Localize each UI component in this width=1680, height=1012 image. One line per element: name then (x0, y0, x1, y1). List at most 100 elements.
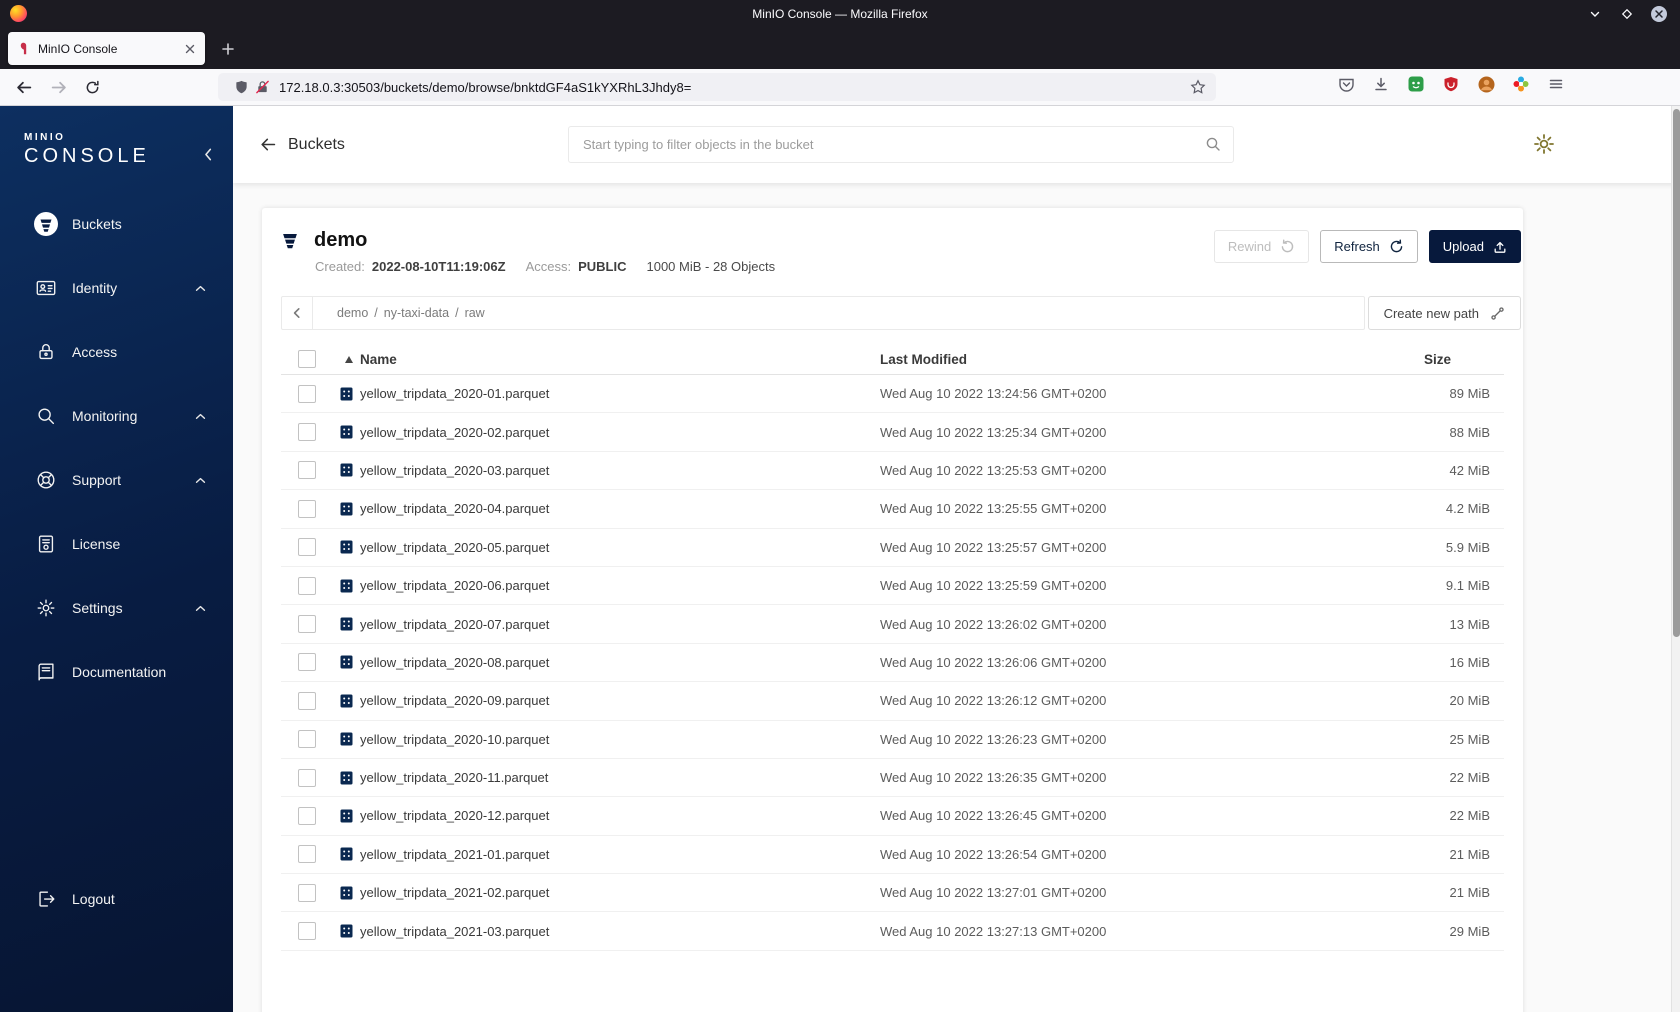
table-row[interactable]: yellow_tripdata_2020-12.parquet Wed Aug 1… (281, 797, 1504, 836)
table-row[interactable]: yellow_tripdata_2020-01.parquet Wed Aug 1… (281, 375, 1504, 414)
column-header-modified[interactable]: Last Modified (880, 352, 1424, 367)
sidebar-item-label: Documentation (72, 664, 167, 680)
sidebar-item-settings[interactable]: Settings (0, 576, 233, 640)
table-row[interactable]: yellow_tripdata_2020-11.parquet Wed Aug 1… (281, 759, 1504, 798)
refresh-button[interactable]: Refresh (1320, 230, 1418, 263)
upload-button[interactable]: Upload (1428, 230, 1521, 263)
tracking-shield-icon[interactable] (234, 79, 249, 95)
object-name[interactable]: yellow_tripdata_2020-04.parquet (360, 501, 549, 516)
pocket-icon[interactable] (1337, 75, 1355, 93)
browser-settings-gear-icon[interactable] (1532, 132, 1556, 156)
sidebar-item-monitoring[interactable]: Monitoring (0, 384, 233, 448)
object-name[interactable]: yellow_tripdata_2020-07.parquet (360, 617, 549, 632)
table-row[interactable]: yellow_tripdata_2020-04.parquet Wed Aug 1… (281, 490, 1504, 529)
sidebar-item-buckets[interactable]: Buckets (0, 192, 233, 256)
tab-bar: MinIO Console (0, 27, 1680, 69)
table-row[interactable]: yellow_tripdata_2020-02.parquet Wed Aug 1… (281, 413, 1504, 452)
bookmark-star-icon[interactable] (1190, 79, 1206, 95)
search-input[interactable] (568, 126, 1234, 163)
sidebar-collapse-icon[interactable] (200, 144, 216, 164)
reload-button[interactable] (78, 73, 106, 101)
row-checkbox[interactable] (298, 883, 316, 902)
object-name[interactable]: yellow_tripdata_2020-09.parquet (360, 693, 549, 708)
object-name[interactable]: yellow_tripdata_2020-02.parquet (360, 425, 549, 440)
table-row[interactable]: yellow_tripdata_2020-03.parquet Wed Aug 1… (281, 452, 1504, 491)
object-name[interactable]: yellow_tripdata_2020-01.parquet (360, 386, 549, 401)
table-row[interactable]: yellow_tripdata_2020-10.parquet Wed Aug 1… (281, 721, 1504, 759)
object-modified: Wed Aug 10 2022 13:26:54 GMT+0200 (880, 846, 1107, 862)
sidebar-item-license[interactable]: License (0, 512, 233, 576)
table-row[interactable]: yellow_tripdata_2021-02.parquet Wed Aug 1… (281, 874, 1504, 913)
object-name[interactable]: yellow_tripdata_2020-12.parquet (360, 808, 549, 823)
vertical-scrollbar[interactable] (1671, 106, 1680, 1012)
window-minimize-button[interactable] (1586, 5, 1604, 23)
extension-green-icon[interactable] (1407, 75, 1425, 93)
row-checkbox[interactable] (298, 499, 316, 518)
breadcrumb-segment[interactable]: ny-taxi-data (384, 306, 449, 320)
new-tab-button[interactable] (215, 36, 241, 62)
ublock-origin-icon[interactable] (1442, 75, 1460, 93)
object-name[interactable]: yellow_tripdata_2020-05.parquet (360, 540, 549, 555)
url-bar[interactable]: 172.18.0.3:30503/buckets/demo/browse/bnk… (218, 73, 1216, 101)
object-name[interactable]: yellow_tripdata_2021-03.parquet (360, 924, 549, 939)
sort-ascending-icon[interactable] (345, 355, 353, 363)
sidebar-item-documentation[interactable]: Documentation (0, 640, 233, 704)
window-close-button[interactable] (1650, 5, 1668, 23)
insecure-lock-icon[interactable] (255, 79, 270, 95)
object-name[interactable]: yellow_tripdata_2020-11.parquet (360, 770, 548, 785)
object-size: 21 MiB (1449, 885, 1490, 901)
column-header-name[interactable]: Name (360, 352, 397, 367)
select-all-checkbox[interactable] (298, 350, 316, 368)
window-maximize-button[interactable] (1618, 5, 1636, 23)
row-checkbox[interactable] (298, 922, 316, 941)
object-name[interactable]: yellow_tripdata_2020-03.parquet (360, 463, 549, 478)
row-checkbox[interactable] (298, 615, 316, 634)
sidebar-item-access[interactable]: Access (0, 320, 233, 384)
table-row[interactable]: yellow_tripdata_2020-06.parquet Wed Aug 1… (281, 567, 1504, 606)
tab-close-icon[interactable] (184, 43, 196, 55)
breadcrumb-segment[interactable]: raw (465, 306, 485, 320)
row-checkbox[interactable] (298, 730, 316, 749)
row-checkbox[interactable] (298, 538, 316, 557)
extension-pinwheel-icon[interactable] (1512, 75, 1530, 93)
row-checkbox[interactable] (298, 845, 316, 864)
object-name[interactable]: yellow_tripdata_2020-10.parquet (360, 732, 549, 747)
object-name[interactable]: yellow_tripdata_2021-02.parquet (360, 885, 549, 900)
url-text[interactable]: 172.18.0.3:30503/buckets/demo/browse/bnk… (279, 80, 1184, 95)
scrollbar-thumb[interactable] (1673, 109, 1680, 637)
downloads-icon[interactable] (1372, 75, 1390, 93)
sidebar-item-identity[interactable]: Identity (0, 256, 233, 320)
table-row[interactable]: yellow_tripdata_2020-05.parquet Wed Aug 1… (281, 529, 1504, 567)
path-back-button[interactable] (282, 297, 313, 329)
row-checkbox[interactable] (298, 461, 316, 480)
object-name[interactable]: yellow_tripdata_2020-06.parquet (360, 578, 549, 593)
row-checkbox[interactable] (298, 576, 316, 595)
table-row[interactable]: yellow_tripdata_2020-09.parquet Wed Aug 1… (281, 682, 1504, 721)
rewind-button[interactable]: Rewind (1213, 230, 1310, 263)
object-file-icon (340, 847, 353, 861)
sidebar-item-logout[interactable]: Logout (0, 867, 233, 931)
row-checkbox[interactable] (298, 768, 316, 787)
account-avatar-icon[interactable] (1477, 75, 1495, 93)
back-to-buckets-link[interactable]: Buckets (259, 106, 345, 183)
row-checkbox[interactable] (298, 653, 316, 672)
row-checkbox[interactable] (298, 423, 316, 442)
row-checkbox[interactable] (298, 384, 316, 403)
table-row[interactable]: yellow_tripdata_2020-08.parquet Wed Aug 1… (281, 644, 1504, 683)
row-checkbox[interactable] (298, 806, 316, 825)
sidebar-item-support[interactable]: Support (0, 448, 233, 512)
object-name[interactable]: yellow_tripdata_2021-01.parquet (360, 847, 549, 862)
table-row[interactable]: yellow_tripdata_2020-07.parquet Wed Aug 1… (281, 605, 1504, 644)
column-header-size[interactable]: Size (1424, 352, 1504, 367)
browser-tab[interactable]: MinIO Console (8, 32, 205, 65)
forward-button[interactable] (44, 73, 72, 101)
breadcrumb-segment[interactable]: demo (337, 306, 368, 320)
menu-hamburger-icon[interactable] (1547, 75, 1565, 93)
create-new-path-button[interactable]: Create new path (1367, 296, 1521, 330)
table-row[interactable]: yellow_tripdata_2021-03.parquet Wed Aug 1… (281, 912, 1504, 951)
object-size: 20 MiB (1449, 693, 1490, 709)
object-name[interactable]: yellow_tripdata_2020-08.parquet (360, 655, 549, 670)
table-row[interactable]: yellow_tripdata_2021-01.parquet Wed Aug 1… (281, 836, 1504, 875)
back-button[interactable] (10, 73, 38, 101)
row-checkbox[interactable] (298, 691, 316, 710)
